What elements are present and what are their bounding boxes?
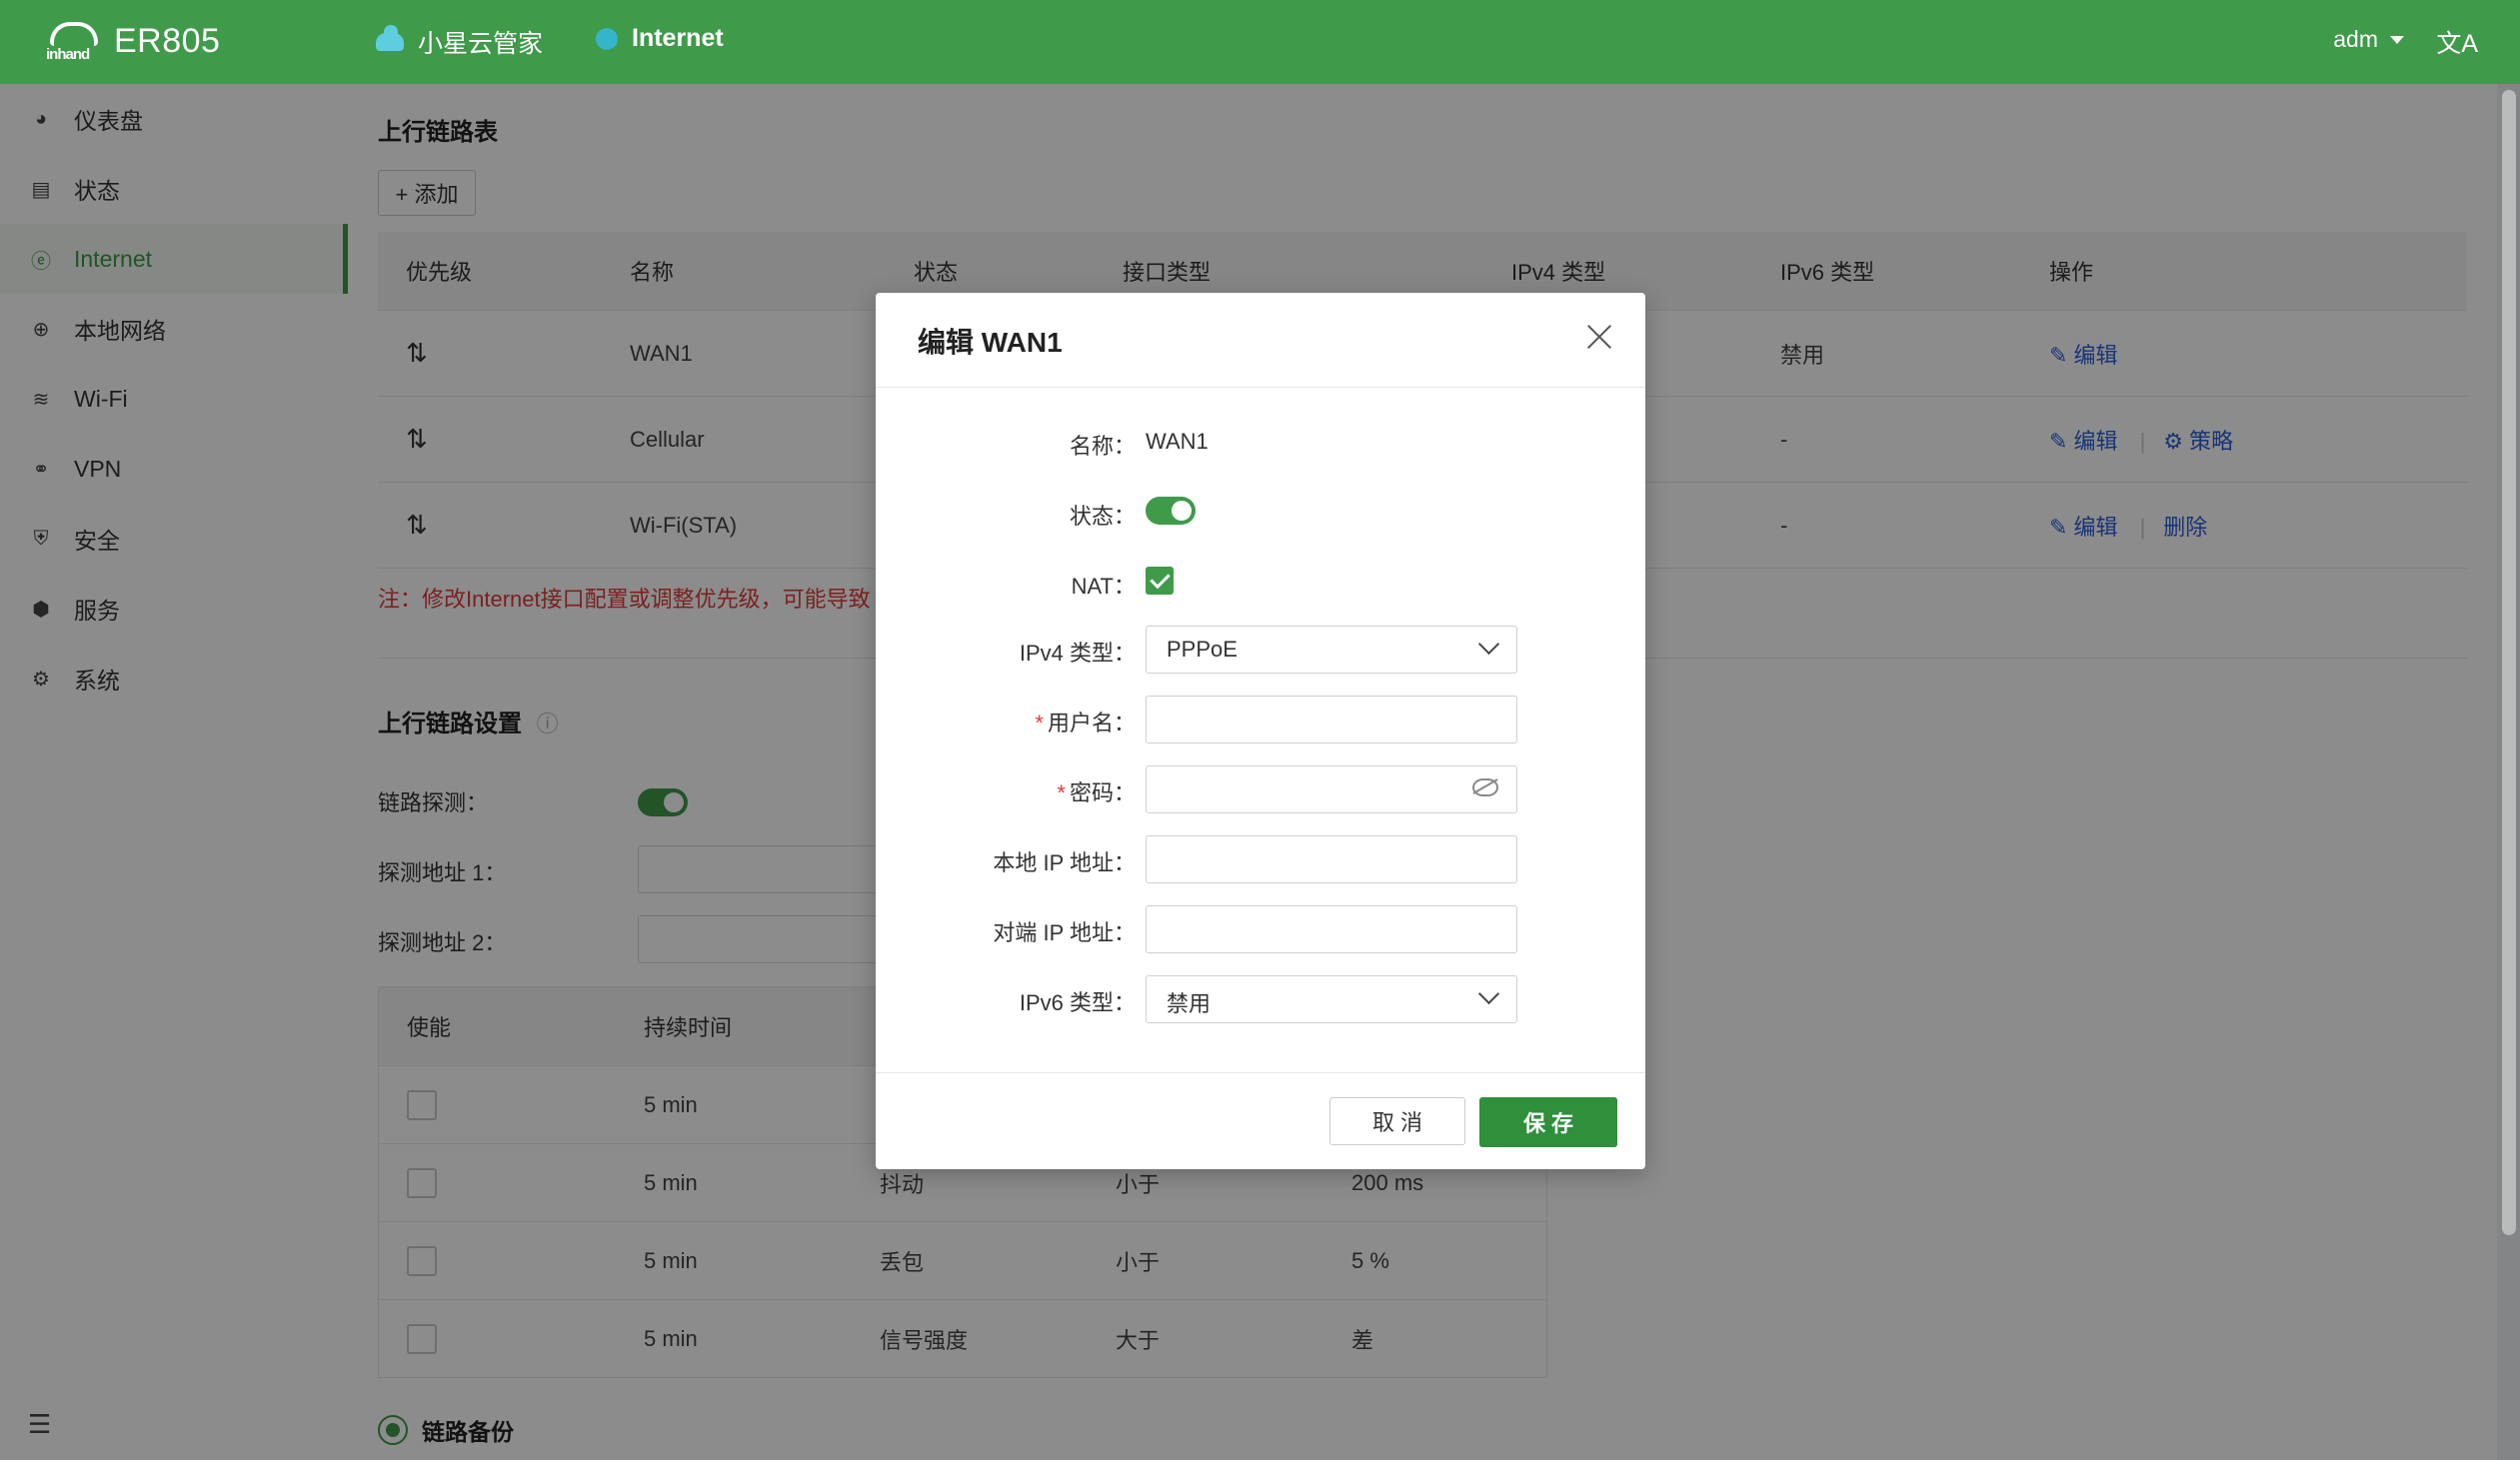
dialog-footer: 取 消 保 存 xyxy=(876,1072,1645,1169)
caret-down-icon xyxy=(2390,35,2404,44)
ipv6-type-select[interactable]: 禁用 xyxy=(1146,975,1517,1023)
nat-row: NAT： xyxy=(876,559,1645,607)
local-ip-label: 本地 IP 地址： xyxy=(993,850,1136,875)
ipv4-type-value: PPPoE xyxy=(1167,637,1238,662)
language-icon[interactable]: 文A xyxy=(2436,24,2478,60)
chevron-down-icon xyxy=(1477,633,1500,656)
ipv6-type-row: IPv6 类型： 禁用 xyxy=(876,975,1645,1023)
inhand-logo-icon: inhand xyxy=(44,16,104,66)
cancel-button[interactable]: 取 消 xyxy=(1329,1097,1465,1145)
password-input[interactable] xyxy=(1146,765,1517,813)
scrollbar[interactable] xyxy=(2502,90,2516,1235)
product-name: ER805 xyxy=(114,21,221,60)
internet-status-dot-icon xyxy=(596,27,618,50)
save-button[interactable]: 保 存 xyxy=(1479,1097,1617,1147)
ipv6-type-value: 禁用 xyxy=(1167,991,1212,1016)
password-label: * 密码： xyxy=(1057,780,1136,805)
eye-hidden-icon[interactable] xyxy=(1472,778,1498,796)
nat-checkbox[interactable] xyxy=(1146,567,1174,595)
close-icon[interactable] xyxy=(1583,321,1615,353)
password-row: * 密码： xyxy=(876,765,1645,813)
ipv4-type-select[interactable]: PPPoE xyxy=(1146,626,1517,674)
peer-ip-row: 对端 IP 地址： xyxy=(876,905,1645,953)
chevron-down-icon xyxy=(1477,982,1500,1005)
cloud-manager-label: 小星云管家 xyxy=(418,30,544,58)
username: adm xyxy=(2333,26,2378,52)
status-row: 状态： xyxy=(876,489,1645,537)
local-ip-input[interactable] xyxy=(1146,835,1517,883)
local-ip-row: 本地 IP 地址： xyxy=(876,835,1645,883)
nat-label: NAT： xyxy=(1071,574,1136,599)
ipv6-type-label: IPv6 类型： xyxy=(1019,990,1136,1015)
name-row: 名称： WAN1 xyxy=(876,419,1645,467)
peer-ip-input[interactable] xyxy=(1146,905,1517,953)
internet-status[interactable]: Internet xyxy=(596,24,724,53)
cloud-icon xyxy=(376,25,404,51)
username-input[interactable] xyxy=(1146,696,1517,743)
ipv4-type-label: IPv4 类型： xyxy=(1019,641,1136,666)
username-label: * 用户名： xyxy=(1035,711,1136,735)
ipv4-type-row: IPv4 类型： PPPoE xyxy=(876,626,1645,674)
internet-status-label: Internet xyxy=(632,24,724,52)
edit-wan1-dialog: 编辑 WAN1 名称： WAN1 状态： NAT： IPv4 类型： PPPoE… xyxy=(876,293,1645,1169)
name-label: 名称： xyxy=(1069,434,1136,459)
name-value: WAN1 xyxy=(1146,429,1209,454)
logo: inhand ER805 xyxy=(44,16,220,66)
status-toggle[interactable] xyxy=(1146,497,1196,525)
cloud-manager-link[interactable]: 小星云管家 xyxy=(376,24,543,60)
top-bar: inhand ER805 小星云管家 Internet adm 文A xyxy=(0,0,2520,84)
username-row: * 用户名： xyxy=(876,696,1645,743)
peer-ip-label: 对端 IP 地址： xyxy=(993,920,1136,945)
status-label: 状态： xyxy=(1069,504,1136,529)
dialog-title: 编辑 WAN1 xyxy=(918,327,1063,358)
dialog-header: 编辑 WAN1 xyxy=(876,293,1645,388)
user-menu[interactable]: adm xyxy=(2333,26,2404,53)
